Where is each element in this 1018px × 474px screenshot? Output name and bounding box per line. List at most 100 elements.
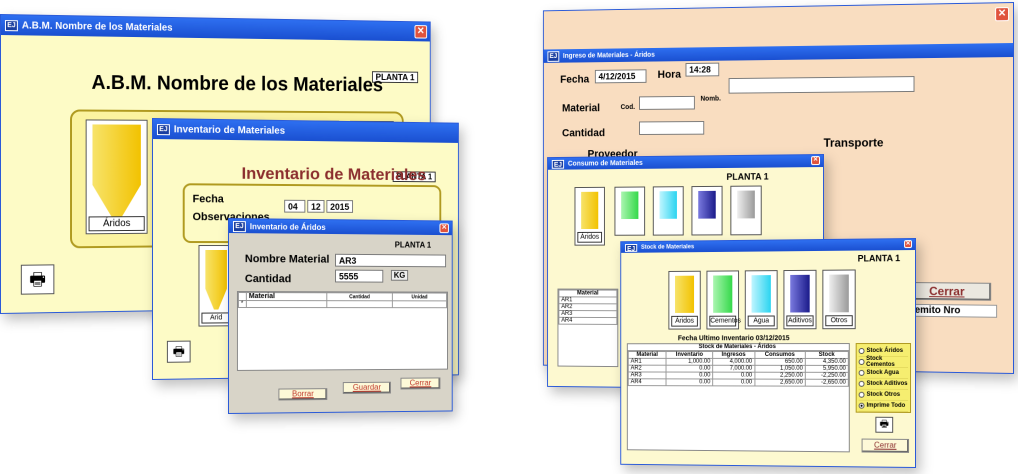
- option-imprime-todo[interactable]: Imprime Todo: [858, 400, 909, 412]
- day-field[interactable]: 04: [284, 199, 306, 213]
- silo-otros-icon: [737, 190, 755, 219]
- app-icon: EJ: [4, 19, 18, 31]
- nombre-material-field[interactable]: AR3: [335, 253, 447, 268]
- col-ingresos: Ingresos: [712, 351, 755, 359]
- tile-agua[interactable]: [652, 186, 684, 236]
- cerrar-button[interactable]: Cerrar: [902, 281, 992, 301]
- fecha-field[interactable]: 4/12/2015: [594, 69, 647, 84]
- consumo-titlebar: EJ Consumo de Materiales ✕: [548, 155, 824, 170]
- close-button[interactable]: ✕: [995, 7, 1010, 22]
- radio-icon: [858, 391, 865, 398]
- option-stock-otros[interactable]: Stock Otros: [858, 389, 909, 401]
- nomb-field[interactable]: [728, 76, 915, 94]
- radio-icon: [858, 358, 865, 365]
- cod-field[interactable]: [639, 95, 695, 110]
- app-icon: EJ: [624, 243, 638, 252]
- planta-label: PLANTA 1: [726, 171, 769, 182]
- unit-label: KG: [390, 269, 409, 281]
- tile-cementos[interactable]: [614, 186, 646, 236]
- tile-label: Aditivos: [786, 315, 814, 327]
- month-field[interactable]: 12: [307, 199, 325, 213]
- col-unidad: Unidad: [392, 292, 447, 301]
- planta-label: PLANTA 1: [857, 253, 901, 264]
- radio-selected-icon: [858, 402, 865, 409]
- stock-titlebar: EJ Stock de Materiales ✕: [621, 239, 916, 253]
- option-label: Stock Áridos: [866, 348, 904, 354]
- new-row-marker: *: [238, 300, 247, 308]
- guardar-button[interactable]: Guardar: [342, 381, 391, 394]
- inventario-grid[interactable]: Material Cantidad Unidad *: [236, 291, 448, 371]
- silo-aditivos-icon: [790, 274, 810, 313]
- table-row[interactable]: AR4: [558, 317, 617, 325]
- print-button[interactable]: 🖶: [166, 340, 191, 363]
- cerrar-button[interactable]: Cerrar: [400, 377, 441, 390]
- cerrar-button[interactable]: Cerrar: [861, 438, 910, 453]
- stock-options-panel: Stock Áridos Stock Cementos Stock Agua S…: [855, 343, 912, 413]
- year-field[interactable]: 2015: [326, 200, 354, 213]
- close-button[interactable]: ✕: [811, 156, 821, 166]
- tile-otros[interactable]: Otros: [822, 269, 856, 330]
- cell: 650.00: [754, 358, 806, 366]
- cantidad-label: Cantidad: [562, 127, 606, 140]
- table-row[interactable]: AR4 0.00 0.00 2,650.00 -2,650.00: [628, 378, 849, 387]
- option-label: Imprime Todo: [866, 402, 906, 409]
- print-button[interactable]: 🖶: [20, 264, 55, 295]
- transporte-label: Transporte: [823, 135, 884, 150]
- fecha-label: Fecha: [560, 73, 590, 86]
- radio-icon: [858, 348, 865, 354]
- tile-cementos[interactable]: Cementos: [706, 270, 741, 330]
- inventario-date-caption: Fecha Ultimo Inventario 03/12/2015: [677, 335, 790, 343]
- silo-aridos-icon: [581, 191, 599, 230]
- row-header: [238, 292, 247, 301]
- cell[interactable]: [246, 300, 327, 308]
- nombre-material-label: Nombre Material: [244, 253, 330, 266]
- consumo-grid[interactable]: Material AR1 AR2 AR3 AR4: [557, 288, 619, 368]
- col-material: Material: [628, 351, 667, 359]
- col-stock: Stock: [805, 351, 849, 359]
- silo-aridos-icon: [92, 124, 140, 217]
- cantidad-field[interactable]: 5555: [335, 269, 384, 283]
- remito-column: Remito Nro: [902, 303, 998, 318]
- silo-aridos-icon: [205, 250, 227, 310]
- tile-aditivos[interactable]: Aditivos: [783, 269, 817, 330]
- option-label: Stock Otros: [866, 391, 901, 398]
- silo-agua-icon: [751, 275, 771, 313]
- abm-heading: A.B.M. Nombre de los Materiales: [91, 71, 383, 97]
- planta-label: PLANTA 1: [394, 240, 432, 250]
- tile-agua[interactable]: Agua: [744, 270, 778, 330]
- borrar-button[interactable]: Borrar: [278, 388, 328, 401]
- tile-otros[interactable]: [730, 185, 762, 236]
- stock-grid[interactable]: Stock de Materiales - Áridos Material In…: [626, 343, 850, 453]
- close-button[interactable]: ✕: [904, 240, 913, 249]
- cantidad-field[interactable]: [639, 121, 705, 135]
- cell[interactable]: [326, 300, 393, 308]
- col-consumos: Consumos: [754, 351, 806, 359]
- app-icon: EJ: [551, 159, 565, 169]
- option-stock-agua[interactable]: Stock Agua: [858, 367, 909, 379]
- cell: 0.00: [666, 378, 713, 386]
- tile-aditivos[interactable]: [691, 185, 723, 236]
- col-material: Material: [246, 292, 327, 301]
- option-stock-aditivos[interactable]: Stock Aditivos: [858, 378, 909, 390]
- tile-label: Arid: [201, 312, 231, 324]
- print-button[interactable]: 🖶: [875, 416, 894, 433]
- hora-field[interactable]: 14:28: [685, 62, 720, 77]
- cell: 0.00: [712, 378, 755, 386]
- tile-aridos[interactable]: Áridos: [85, 119, 148, 235]
- stock-title: Stock de Materiales: [640, 243, 695, 251]
- inventario-title: Inventario de Materiales: [173, 123, 286, 137]
- close-button[interactable]: ✕: [439, 223, 449, 234]
- hora-label: Hora: [657, 68, 681, 81]
- option-stock-cementos[interactable]: Stock Cementos: [858, 356, 909, 368]
- cell[interactable]: [392, 300, 447, 308]
- stock-caption: Stock de Materiales - Áridos: [627, 344, 849, 352]
- tile-aridos[interactable]: Áridos: [574, 186, 605, 246]
- cantidad-label: Cantidad: [244, 273, 292, 286]
- inventario-aridos-title: Inventario de Áridos: [249, 221, 326, 232]
- tile-aridos[interactable]: Áridos: [668, 270, 701, 330]
- inventario-titlebar: EJ Inventario de Materiales: [152, 119, 458, 143]
- close-button[interactable]: ✕: [414, 25, 428, 39]
- col-cantidad: Cantidad: [326, 292, 393, 301]
- tile-label: Áridos: [88, 216, 145, 232]
- consumo-title: Consumo de Materiales: [567, 159, 643, 168]
